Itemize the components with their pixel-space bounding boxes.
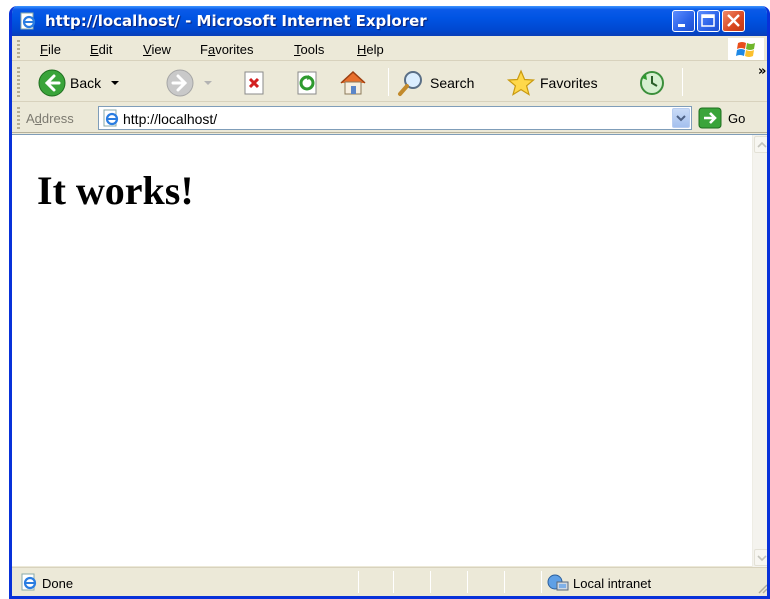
page-heading: It works! — [37, 168, 194, 213]
scroll-down-button[interactable] — [754, 549, 767, 566]
status-panel-divider — [467, 571, 468, 593]
maximize-icon — [701, 14, 715, 27]
address-input[interactable]: http://localhost/ — [98, 106, 692, 130]
search-icon — [398, 71, 422, 96]
scroll-up-button[interactable] — [754, 136, 767, 153]
address-url[interactable]: http://localhost/ — [123, 111, 217, 127]
status-text: Done — [42, 576, 74, 591]
toolbar-grip[interactable] — [17, 67, 20, 97]
minimize-icon — [678, 24, 685, 27]
stop-icon — [244, 71, 264, 95]
history-button[interactable] — [638, 70, 666, 96]
status-panel-divider — [358, 571, 359, 593]
close-button[interactable] — [722, 10, 745, 32]
title-bar[interactable]: http://localhost/ - Microsoft Internet E… — [12, 6, 767, 36]
security-zone: Local intranet — [547, 574, 651, 592]
local-intranet-icon — [547, 574, 569, 591]
windows-flag-icon — [736, 42, 755, 57]
status-panel-divider — [504, 571, 505, 593]
home-icon — [340, 70, 366, 95]
chevron-down-icon — [757, 555, 767, 562]
menu-help[interactable]: Help — [357, 42, 384, 57]
window-title: http://localhost/ - Microsoft Internet E… — [45, 12, 427, 30]
go-button[interactable]: Go — [698, 107, 745, 129]
forward-icon — [166, 69, 194, 97]
stop-button[interactable] — [242, 70, 268, 96]
status-panel-divider — [430, 571, 431, 593]
address-dropdown-button[interactable] — [672, 108, 690, 128]
toolbar-separator — [388, 68, 389, 96]
page-content: It works! — [12, 134, 767, 567]
browser-window: http://localhost/ - Microsoft Internet E… — [9, 6, 770, 599]
menu-tools[interactable]: Tools — [294, 42, 324, 57]
home-button[interactable] — [338, 70, 368, 96]
close-icon — [727, 14, 740, 27]
toolbar-separator — [682, 68, 683, 96]
favorites-button[interactable]: Favorites — [506, 69, 598, 96]
go-arrow-icon — [698, 107, 722, 129]
vertical-scrollbar[interactable] — [752, 135, 767, 567]
chevron-up-icon — [757, 141, 767, 148]
status-panel-divider — [541, 571, 542, 593]
back-button[interactable]: Back — [38, 69, 123, 97]
status-panel-divider — [393, 571, 394, 593]
chevron-down-icon — [676, 115, 686, 122]
forward-dropdown-icon — [204, 81, 212, 85]
menu-view[interactable]: View — [143, 42, 171, 57]
search-button[interactable]: Search — [396, 70, 474, 96]
windows-logo — [728, 38, 764, 60]
menu-edit[interactable]: Edit — [90, 42, 112, 57]
menu-grip[interactable] — [17, 40, 20, 58]
minimize-button[interactable] — [672, 10, 695, 32]
ie-page-icon — [21, 573, 37, 591]
menu-favorites[interactable]: Favorites — [200, 42, 253, 57]
back-dropdown-icon[interactable] — [107, 78, 123, 88]
address-label: Address — [26, 111, 74, 126]
ie-page-icon — [103, 109, 119, 127]
favorites-icon — [506, 69, 536, 96]
back-icon — [38, 69, 66, 97]
maximize-button[interactable] — [697, 10, 720, 32]
menu-bar: File Edit View Favorites Tools Help — [12, 36, 767, 61]
address-bar: Address http://localhost/ Go — [12, 103, 767, 133]
status-bar: Done Local intranet — [12, 567, 768, 596]
standard-toolbar: Back Search Favorites » — [12, 62, 767, 102]
refresh-button[interactable] — [295, 70, 321, 96]
menu-file[interactable]: File — [40, 42, 61, 57]
forward-button[interactable] — [166, 69, 216, 97]
refresh-icon — [297, 71, 317, 95]
resize-grip-icon[interactable] — [756, 582, 768, 594]
ie-page-icon — [20, 12, 36, 30]
toolbar-overflow-chevron[interactable]: » — [758, 64, 766, 79]
address-grip[interactable] — [17, 107, 20, 129]
history-icon — [640, 71, 664, 95]
